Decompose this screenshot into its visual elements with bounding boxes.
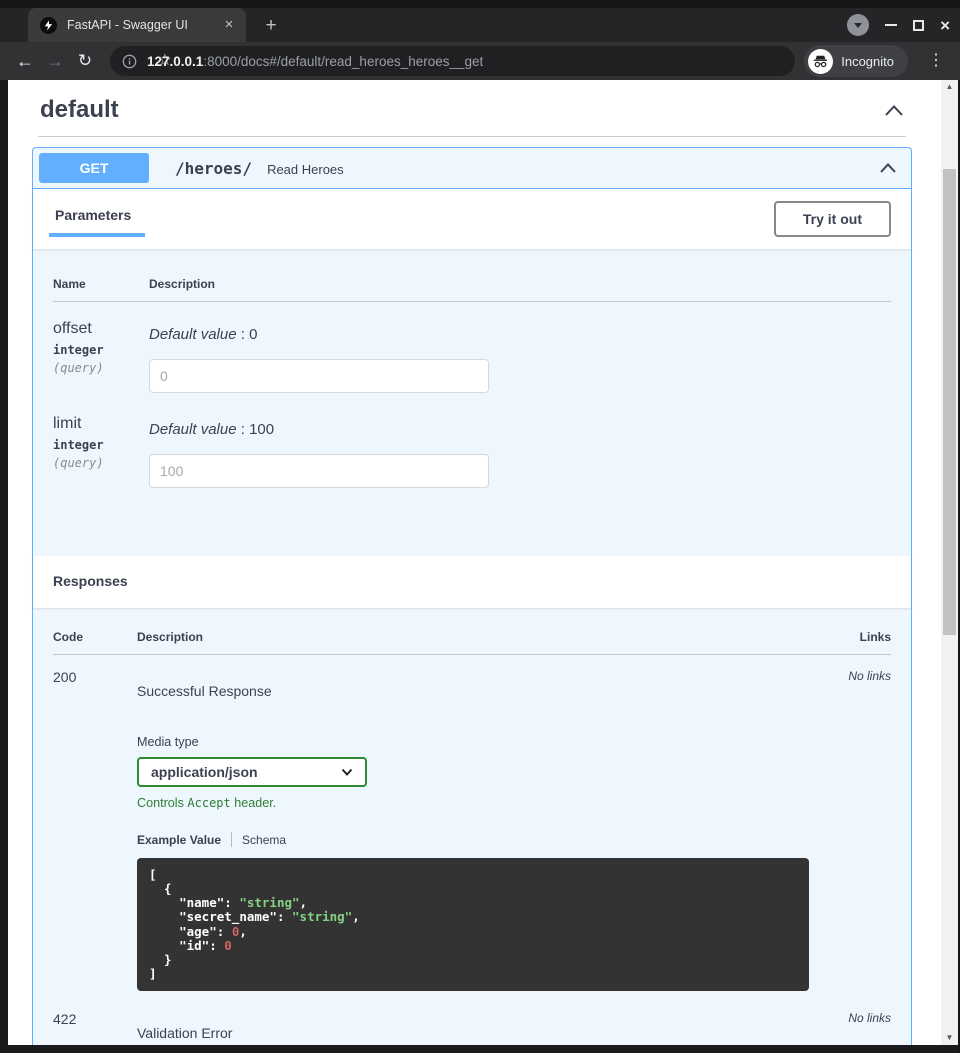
response-row-422: 422 Validation Error No links [53,991,891,1045]
scroll-down-icon[interactable]: ▼ [941,1031,958,1045]
param-name: offset [53,320,149,338]
browser-tab[interactable]: FastAPI - Swagger UI × [28,8,246,42]
name-column-header: Name [53,277,149,291]
chevron-down-icon [341,768,353,776]
parameter-row-limit: limit integer (query) Default value : 10… [53,397,891,492]
param-location: (query) [53,456,149,470]
section-divider [38,136,906,137]
parameters-table: Name Description offset integer (query) … [33,249,911,556]
tag-section-title: default [40,96,119,124]
operation-summary: Read Heroes [267,160,344,177]
example-schema-tabs: Example Value Schema [137,832,833,847]
default-value-sep: : [237,421,250,438]
incognito-icon [808,49,833,74]
site-info-icon[interactable] [122,54,137,69]
method-badge: GET [39,153,149,183]
param-type: integer [53,438,149,452]
tab-separator [231,832,232,847]
default-value-label: Default value [149,326,237,343]
operation-path: /heroes/ [175,159,252,178]
page-scrollbar[interactable]: ▲ ▼ [941,80,958,1045]
minimize-button[interactable] [885,24,897,26]
response-description: Validation Error [137,1025,833,1041]
reload-icon[interactable]: ↻ [70,51,100,71]
default-value: 0 [249,326,257,343]
accept-note-suffix: header. [231,796,277,810]
tab-close-icon[interactable]: × [220,16,238,34]
responses-section-header: Responses [33,556,911,608]
tag-section-header[interactable]: default [32,80,912,124]
response-code: 200 [53,669,137,991]
default-value-sep: : [237,326,250,343]
parameters-tab: Parameters [53,201,133,237]
response-row-200: 200 Successful Response Media type appli… [53,655,891,991]
try-it-out-button[interactable]: Try it out [774,201,891,237]
back-icon[interactable]: ← [10,51,40,72]
response-links: No links [833,1011,891,1041]
default-value-label: Default value [149,421,237,438]
url-path: :8000/docs#/default/read_heroes_heroes__… [203,54,483,69]
incognito-label: Incognito [841,54,894,69]
scroll-up-icon[interactable]: ▲ [941,80,958,94]
browser-menu-icon[interactable]: ⋮ [928,51,944,71]
param-default: Default value : 100 [149,415,891,438]
responses-title: Responses [53,573,128,589]
description-column-header: Description [149,277,891,291]
parameter-row-offset: offset integer (query) Default value : 0 [53,302,891,397]
limit-input[interactable] [149,454,489,488]
links-column-header: Links [833,630,891,644]
parameters-table-header: Name Description [53,263,891,302]
window-close-button[interactable]: × [940,17,950,34]
opblock-header[interactable]: GET /heroes/ Read Heroes [33,148,911,189]
default-value: 100 [249,421,274,438]
responses-table: Code Description Links 200 Successful Re… [33,608,911,1045]
swagger-page: default GET /heroes/ Read Heroes Paramet… [8,80,941,1045]
tab-bar: FastAPI - Swagger UI × + × [0,8,960,42]
window-controls: × [847,10,950,40]
tab-schema[interactable]: Schema [242,833,286,847]
url-host: 127.0.0.1 [147,54,203,69]
offset-input[interactable] [149,359,489,393]
incognito-badge: Incognito [804,45,908,77]
code-column-header: Code [53,630,137,644]
accept-note-prefix: Controls [137,796,187,810]
media-type-block: Media type application/json Controls Acc… [137,735,833,810]
operation-collapse-icon[interactable] [879,162,897,174]
maximize-button[interactable] [913,20,924,31]
responses-table-header: Code Description Links [53,612,891,655]
scrollbar-thumb[interactable] [943,169,956,635]
forward-icon[interactable]: → [40,51,70,72]
tab-example-value[interactable]: Example Value [137,833,221,847]
accept-header-note: Controls Accept header. [137,796,833,810]
response-description-column-header: Description [137,630,833,644]
media-type-value: application/json [151,764,258,780]
param-default: Default value : 0 [149,320,891,343]
media-type-label: Media type [137,735,833,749]
parameters-section-header: Parameters Try it out [33,189,911,249]
fastapi-favicon-icon [40,17,57,34]
param-name: limit [53,415,149,433]
url-text: 127.0.0.1:8000/docs#/default/read_heroes… [147,54,483,69]
browser-toolbar: ← → ↻ 127.0.0.1:8000/docs#/default/read_… [0,42,960,80]
media-type-select[interactable]: application/json [137,757,367,787]
new-tab-button[interactable]: + [258,13,284,39]
window-frame-top [0,0,960,8]
response-links: No links [833,669,891,991]
bookmark-star-icon[interactable]: ☆ [158,52,172,70]
response-code: 422 [53,1011,137,1041]
tab-title: FastAPI - Swagger UI [67,18,220,32]
section-collapse-icon[interactable] [884,104,904,117]
example-code: [ { "name": "string", "secret_name": "st… [137,858,809,991]
address-bar[interactable]: 127.0.0.1:8000/docs#/default/read_heroes… [110,46,795,76]
param-location: (query) [53,361,149,375]
response-description: Successful Response [137,683,833,699]
accept-note-code: Accept [187,796,230,810]
param-type: integer [53,343,149,357]
tab-search-icon[interactable] [847,14,869,36]
opblock-get-heroes: GET /heroes/ Read Heroes Parameters Try … [32,147,912,1045]
